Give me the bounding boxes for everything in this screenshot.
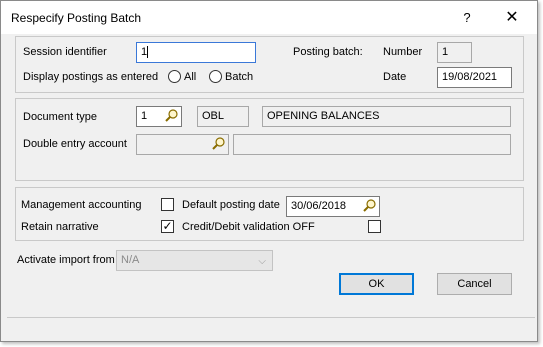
double-entry-lookup-icon[interactable]: [211, 136, 227, 152]
radio-batch[interactable]: [209, 70, 222, 83]
batch-date-label: Date: [383, 71, 407, 83]
double-entry-description-field: [233, 134, 511, 155]
respecify-posting-batch-dialog: Respecify Posting Batch ? ✕ Session iden…: [0, 0, 538, 342]
radio-all-label: All: [184, 71, 197, 83]
document-description-field: OPENING BALANCES: [262, 106, 511, 127]
management-accounting-label: Management accounting: [21, 199, 142, 211]
ok-button[interactable]: OK: [339, 273, 414, 295]
document-code-field: OBL: [197, 106, 249, 127]
session-identifier-input[interactable]: 1: [136, 42, 256, 63]
activate-import-dropdown[interactable]: N/A ⌵: [116, 250, 273, 271]
retain-narrative-checkbox[interactable]: ✓: [161, 220, 174, 233]
default-posting-date-label: Default posting date: [182, 199, 280, 211]
activate-import-label: Activate import from: [17, 254, 115, 266]
radio-batch-label: Batch: [225, 71, 254, 83]
retain-narrative-label: Retain narrative: [21, 221, 99, 233]
posting-batch-label: Posting batch:: [293, 46, 363, 58]
management-accounting-checkbox[interactable]: [161, 198, 174, 211]
display-postings-label: Display postings as entered: [23, 71, 159, 83]
document-type-label: Document type: [23, 111, 97, 123]
batch-date-input[interactable]: 19/08/2021: [437, 67, 512, 88]
status-bar: [7, 317, 535, 339]
chevron-down-icon: ⌵: [258, 256, 266, 267]
cancel-button[interactable]: Cancel: [437, 273, 512, 295]
default-posting-date-lookup-icon[interactable]: [362, 198, 378, 214]
help-button[interactable]: ?: [456, 7, 478, 29]
session-identifier-label: Session identifier: [23, 46, 107, 58]
title-bar: Respecify Posting Batch ? ✕: [1, 1, 537, 34]
radio-all[interactable]: [168, 70, 181, 83]
double-entry-label: Double entry account: [23, 138, 127, 150]
credit-debit-validation-label: Credit/Debit validation OFF: [182, 221, 315, 233]
document-type-lookup-icon[interactable]: [164, 108, 180, 124]
credit-debit-validation-checkbox[interactable]: [368, 220, 381, 233]
batch-number-field: 1: [437, 42, 472, 63]
activate-import-value: N/A: [121, 254, 140, 266]
batch-number-label: Number: [383, 46, 423, 58]
close-button[interactable]: ✕: [498, 7, 526, 29]
window-title: Respecify Posting Batch: [11, 11, 142, 25]
